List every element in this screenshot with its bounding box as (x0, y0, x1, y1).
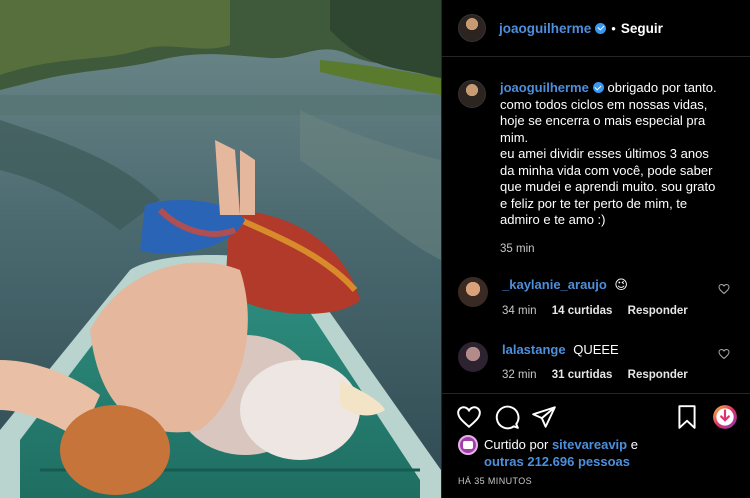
comment-meta: 32 min 31 curtidas Responder (502, 369, 700, 381)
bookmark-icon[interactable] (674, 404, 700, 430)
comment-avatar[interactable] (458, 277, 488, 307)
author-username[interactable]: joaoguilherme (499, 21, 591, 36)
photo-illustration (0, 0, 441, 498)
caption-timestamp[interactable]: 35 min (500, 243, 535, 255)
follow-button[interactable]: Seguir (621, 21, 663, 36)
comment-text: QUEEE (573, 342, 619, 357)
reply-button[interactable]: Responder (628, 305, 688, 317)
comment-item: lalastange QUEEE 32 min 31 curtidas Resp… (458, 342, 740, 381)
caption-text: obrigado por tanto. como todos ciclos em… (500, 80, 717, 227)
download-extension-icon[interactable] (712, 404, 738, 430)
caption-author-avatar[interactable] (458, 80, 486, 108)
comment-username[interactable]: lalastange (502, 342, 566, 357)
liked-prefix: Curtido por (484, 437, 549, 452)
comment-meta: 34 min 14 curtidas Responder (502, 305, 700, 317)
comment-like-heart-icon[interactable] (718, 348, 730, 360)
caption-body: joaoguilherme obrigado por tanto. como t… (500, 80, 717, 229)
likes-text: Curtido por sitevareavip e outras 212.69… (484, 436, 638, 470)
comment-text: 😉 (614, 277, 628, 292)
instagram-post-modal: joaoguilherme • Seguir joaoguilherme obr… (0, 0, 750, 498)
verified-badge-icon (595, 22, 607, 34)
reply-button[interactable]: Responder (628, 369, 688, 381)
comment-icon[interactable] (494, 404, 520, 430)
comment-body: _kaylanie_araujo 😉 34 min 14 curtidas Re… (502, 277, 700, 317)
liked-connector: e (630, 437, 638, 452)
caption-verified-badge-icon (592, 82, 604, 93)
comments-section[interactable]: joaoguilherme obrigado por tanto. como t… (442, 58, 750, 393)
comment-time[interactable]: 34 min (502, 305, 537, 317)
comment-likes[interactable]: 31 curtidas (552, 369, 613, 381)
comment-username[interactable]: _kaylanie_araujo (502, 277, 607, 292)
author-avatar[interactable] (458, 14, 486, 42)
comment-body: lalastange QUEEE 32 min 31 curtidas Resp… (502, 342, 700, 381)
likes-summary: Curtido por sitevareavip e outras 212.69… (458, 435, 638, 470)
post-actions: Curtido por sitevareavip e outras 212.69… (442, 393, 750, 498)
post-caption: joaoguilherme obrigado por tanto. como t… (458, 80, 740, 229)
caption-username[interactable]: joaoguilherme (500, 80, 589, 95)
heart-icon[interactable] (456, 404, 482, 430)
post-header: joaoguilherme • Seguir (442, 0, 750, 57)
liked-account-link[interactable]: sitevareavip (552, 437, 627, 452)
comment-item: _kaylanie_araujo 😉 34 min 14 curtidas Re… (458, 277, 740, 317)
liked-others-link[interactable]: outras 212.696 pessoas (484, 454, 630, 469)
share-icon[interactable] (531, 404, 557, 430)
comment-like-heart-icon[interactable] (718, 283, 730, 295)
post-timestamp[interactable]: HÁ 35 MINUTOS (458, 476, 532, 486)
header-separator: • (611, 20, 616, 36)
comment-time[interactable]: 32 min (502, 369, 537, 381)
post-photo[interactable] (0, 0, 441, 498)
comment-avatar[interactable] (458, 342, 488, 372)
post-sidebar: joaoguilherme • Seguir joaoguilherme obr… (441, 0, 750, 498)
comment-likes[interactable]: 14 curtidas (552, 305, 613, 317)
liked-by-avatar[interactable] (458, 435, 478, 455)
